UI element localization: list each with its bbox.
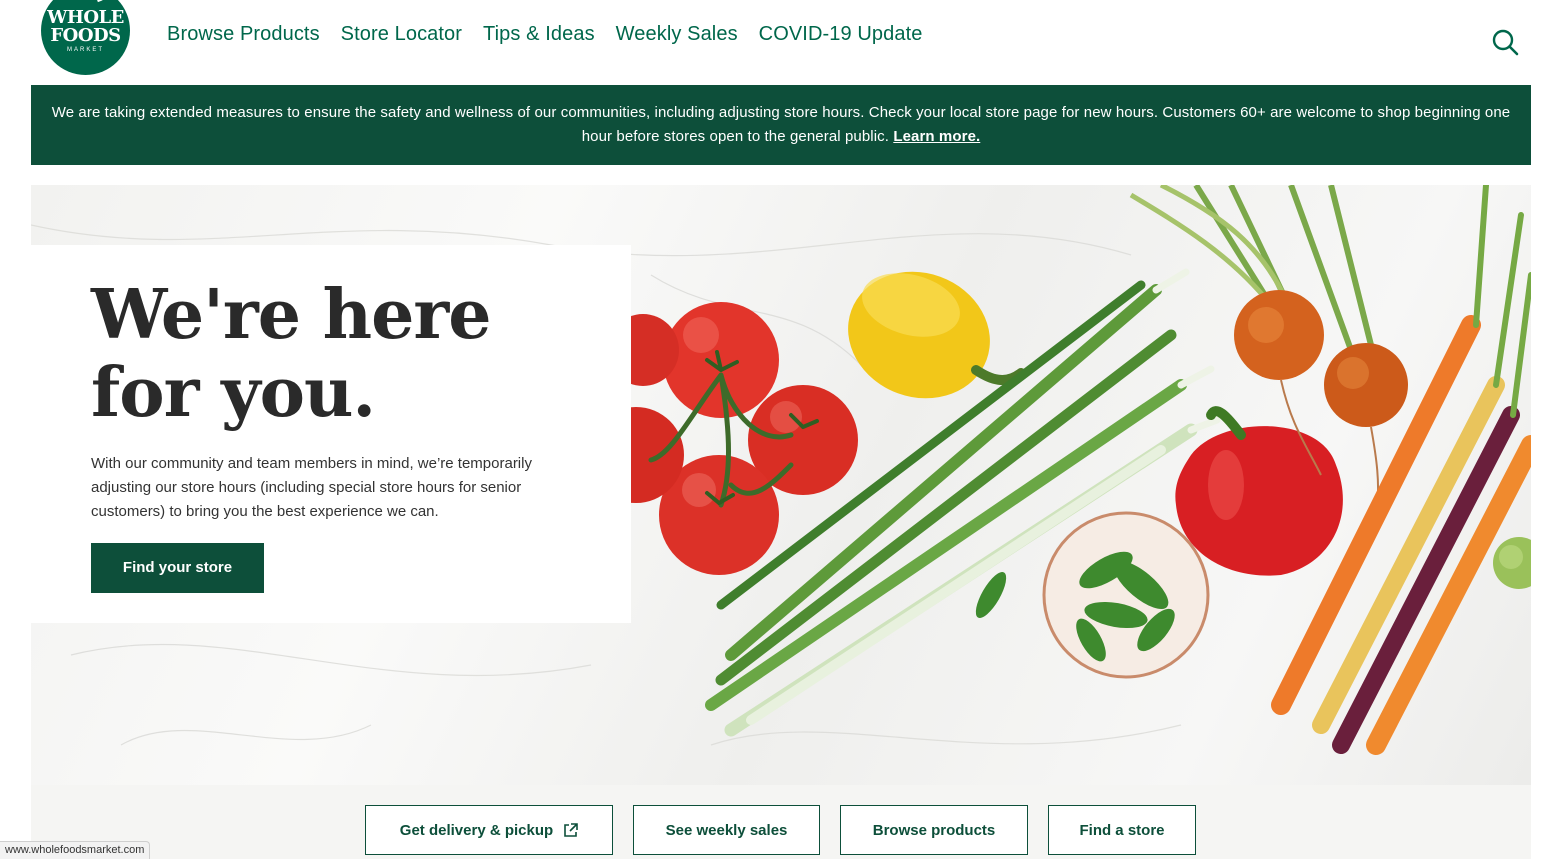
main-nav: Browse Products Store Locator Tips & Ide… bbox=[167, 23, 922, 46]
logo-line-3: MARKET bbox=[66, 46, 104, 53]
search-icon[interactable] bbox=[1491, 28, 1519, 56]
hero-card: We're here for you. With our community a… bbox=[31, 245, 631, 623]
nav-tips-ideas[interactable]: Tips & Ideas bbox=[483, 23, 595, 46]
find-a-store-button[interactable]: Find a store bbox=[1048, 805, 1196, 855]
external-link-icon bbox=[564, 822, 578, 837]
nav-covid-update[interactable]: COVID-19 Update bbox=[759, 23, 923, 46]
leaf-icon bbox=[96, 0, 105, 3]
covid-banner: We are taking extended measures to ensur… bbox=[31, 85, 1531, 165]
whole-foods-logo[interactable]: WHOLE FOODS MARKET bbox=[41, 0, 130, 75]
nav-browse-products[interactable]: Browse Products bbox=[167, 23, 320, 46]
hero-section: We're here for you. With our community a… bbox=[31, 185, 1531, 785]
banner-text: We are taking extended measures to ensur… bbox=[51, 104, 1511, 145]
get-delivery-pickup-button[interactable]: Get delivery & pickup bbox=[365, 805, 613, 855]
status-bar-url: www.wholefoodsmarket.com bbox=[0, 841, 151, 859]
browse-products-button[interactable]: Browse products bbox=[840, 805, 1028, 855]
find-your-store-button[interactable]: Find your store bbox=[91, 543, 264, 593]
nav-store-locator[interactable]: Store Locator bbox=[341, 23, 462, 46]
hero-body: With our community and team members in m… bbox=[91, 455, 532, 520]
delivery-pickup-label: Get delivery & pickup bbox=[399, 821, 554, 839]
hero-heading: We're here for you. bbox=[91, 275, 491, 433]
learn-more-link[interactable]: Learn more. bbox=[893, 128, 980, 145]
nav-weekly-sales[interactable]: Weekly Sales bbox=[616, 23, 738, 46]
site-header: WHOLE FOODS MARKET Browse Products Store… bbox=[0, 0, 1560, 85]
logo-line-2: FOODS bbox=[50, 24, 121, 46]
banner-message: We are taking extended measures to ensur… bbox=[51, 101, 1511, 149]
quick-links-bar: Get delivery & pickup See weekly sales B… bbox=[31, 785, 1531, 859]
logo-line-1: WHOLE bbox=[47, 6, 124, 28]
see-weekly-sales-button[interactable]: See weekly sales bbox=[633, 805, 820, 855]
